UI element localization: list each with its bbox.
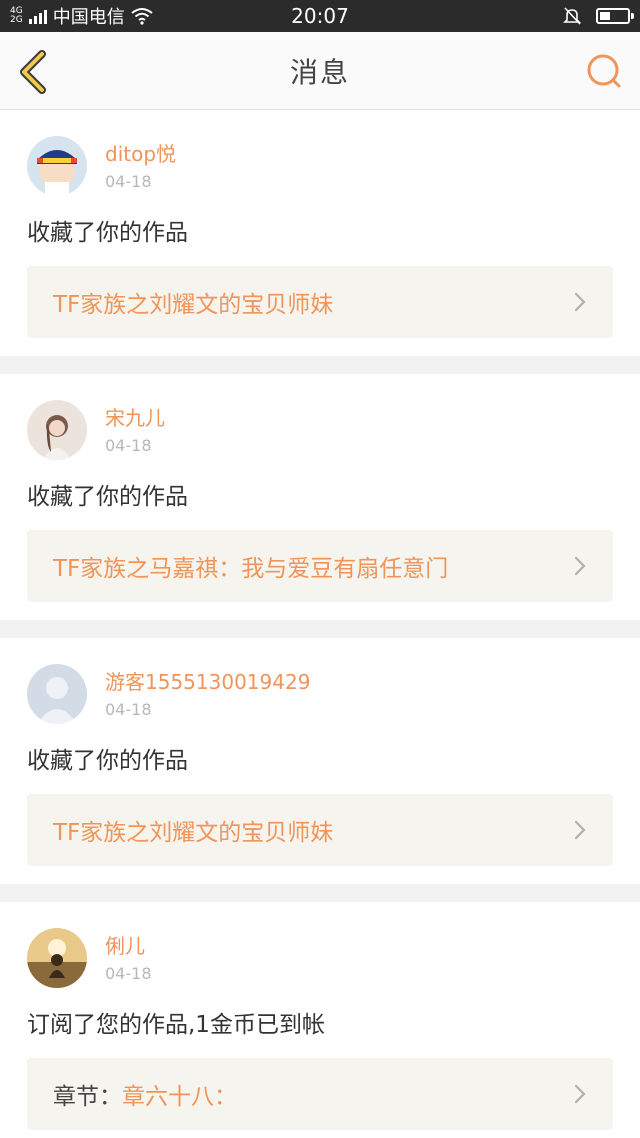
username[interactable]: 游客1555130019429 [105, 670, 310, 694]
action-text: 收藏了你的作品 [27, 220, 188, 246]
chevron-right-icon [574, 820, 586, 840]
silent-bell-icon [563, 7, 581, 25]
message-date: 04-18 [105, 172, 152, 191]
message-date: 04-18 [105, 700, 152, 719]
action-text: 收藏了你的作品 [27, 484, 188, 510]
work-link[interactable]: 章节： 章六十八： [27, 1058, 613, 1130]
work-link[interactable]: TF家族之刘耀文的宝贝师妹 [27, 794, 613, 866]
avatar[interactable] [27, 136, 87, 196]
action-text: 订阅了您的作品,1金币已到帐 [27, 1012, 325, 1038]
message-card: 游客1555130019429 04-18 收藏了你的作品 TF家族之刘耀文的宝… [0, 638, 640, 884]
username[interactable]: ditop悦 [105, 142, 176, 166]
avatar[interactable] [27, 664, 87, 724]
page-title: 消息 [289, 55, 350, 89]
message-date: 04-18 [105, 964, 152, 983]
username[interactable]: 宋九儿 [105, 406, 165, 430]
action-text: 收藏了你的作品 [27, 748, 188, 774]
work-title: TF家族之刘耀文的宝贝师妹 [53, 820, 334, 846]
network-bottom-label: 2G [10, 15, 23, 25]
message-card: ditop悦 04-18 收藏了你的作品 TF家族之刘耀文的宝贝师妹 [0, 110, 640, 356]
network-type: 4G 2G [10, 7, 23, 25]
avatar[interactable] [27, 928, 87, 988]
chevron-right-icon [574, 292, 586, 312]
work-title: TF家族之刘耀文的宝贝师妹 [53, 292, 334, 318]
work-title: 章六十八： [122, 1084, 237, 1110]
chevron-left-icon[interactable] [14, 50, 54, 94]
header-bar: 消息 [0, 32, 640, 110]
message-date: 04-18 [105, 436, 152, 455]
work-title: TF家族之马嘉祺：我与爱豆有扇任意门 [53, 556, 449, 582]
username[interactable]: 俐儿 [105, 934, 152, 958]
work-link[interactable]: TF家族之刘耀文的宝贝师妹 [27, 266, 613, 338]
carrier-name: 中国电信 [52, 7, 125, 28]
status-bar: 4G 2G 中国电信 20:07 [0, 0, 640, 32]
work-link[interactable]: TF家族之马嘉祺：我与爱豆有扇任意门 [27, 530, 613, 602]
chevron-right-icon [574, 556, 586, 576]
avatar[interactable] [27, 400, 87, 460]
battery-icon [596, 8, 634, 24]
message-list: ditop悦 04-18 收藏了你的作品 TF家族之刘耀文的宝贝师妹 宋九儿 0 [0, 110, 640, 1138]
chevron-right-icon [574, 1084, 586, 1104]
message-card: 宋九儿 04-18 收藏了你的作品 TF家族之马嘉祺：我与爱豆有扇任意门 [0, 374, 640, 620]
wifi-icon [131, 8, 153, 25]
search-icon[interactable] [584, 52, 624, 92]
message-card: 俐儿 04-18 订阅了您的作品,1金币已到帐 章节： 章六十八： [0, 902, 640, 1138]
signal-icon [28, 8, 47, 24]
work-prefix: 章节： [53, 1084, 122, 1110]
battery-level [600, 12, 611, 20]
